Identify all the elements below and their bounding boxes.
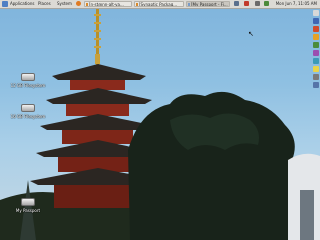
- update-icon[interactable]: [244, 1, 249, 6]
- dock-app-icon[interactable]: [313, 66, 319, 72]
- wallpaper-image: [0, 6, 320, 240]
- package-icon: [136, 3, 138, 6]
- battery-icon[interactable]: [264, 1, 269, 6]
- desktop-icon-my-passport[interactable]: My Passport: [8, 198, 48, 213]
- right-dock: [311, 10, 320, 96]
- dock-app-icon[interactable]: [313, 58, 319, 64]
- terminal-icon: [86, 3, 88, 6]
- taskbar-button-label: [Synaptic Packag...: [139, 2, 178, 7]
- volume-icon[interactable]: [255, 1, 260, 6]
- desktop: Applications Places System [n-st@nn-alt-…: [0, 0, 320, 240]
- top-panel: Applications Places System [n-st@nn-alt-…: [0, 0, 320, 9]
- drive-icon: [21, 73, 35, 81]
- dock-app-icon[interactable]: [313, 82, 319, 88]
- desktop-icon-label: My Passport: [15, 208, 41, 213]
- dock-app-icon[interactable]: [313, 10, 319, 16]
- dock-app-icon[interactable]: [313, 50, 319, 56]
- network-icon[interactable]: [234, 1, 239, 6]
- desktop-icon-label: 16 GB Filesystem: [10, 114, 46, 119]
- taskbar-button-my-passport[interactable]: [My Passport - Fi...: [186, 1, 230, 7]
- taskbar-button-label: [n-st@nn-alt-va...: [89, 2, 124, 7]
- mouse-pointer-icon: ↖: [248, 30, 254, 38]
- foot-logo-icon[interactable]: [2, 1, 8, 7]
- taskbar-button-terminal[interactable]: [n-st@nn-alt-va...: [84, 1, 132, 7]
- system-menu[interactable]: System: [57, 0, 72, 8]
- dock-app-icon[interactable]: [313, 34, 319, 40]
- applications-menu[interactable]: Applications: [10, 0, 34, 8]
- dock-app-icon[interactable]: [313, 74, 319, 80]
- clock[interactable]: Mon Jun 7, 11:05 AM: [276, 0, 317, 8]
- dock-app-icon[interactable]: [313, 26, 319, 32]
- places-menu[interactable]: Places: [38, 0, 51, 8]
- folder-icon: [188, 3, 190, 6]
- dock-app-icon[interactable]: [313, 18, 319, 24]
- drive-icon: [21, 104, 35, 112]
- desktop-icon-16gb-filesystem[interactable]: 16 GB Filesystem: [8, 104, 48, 119]
- desktop-icon-label: 12 GB Filesystem: [10, 83, 46, 88]
- taskbar-button-label: [My Passport - Fi...: [191, 2, 228, 7]
- browser-launcher-icon[interactable]: [76, 1, 81, 6]
- desktop-icon-12gb-filesystem[interactable]: 12 GB Filesystem: [8, 73, 48, 88]
- dock-app-icon[interactable]: [313, 42, 319, 48]
- drive-icon: [21, 198, 35, 206]
- taskbar-button-synaptic[interactable]: [Synaptic Packag...: [134, 1, 184, 7]
